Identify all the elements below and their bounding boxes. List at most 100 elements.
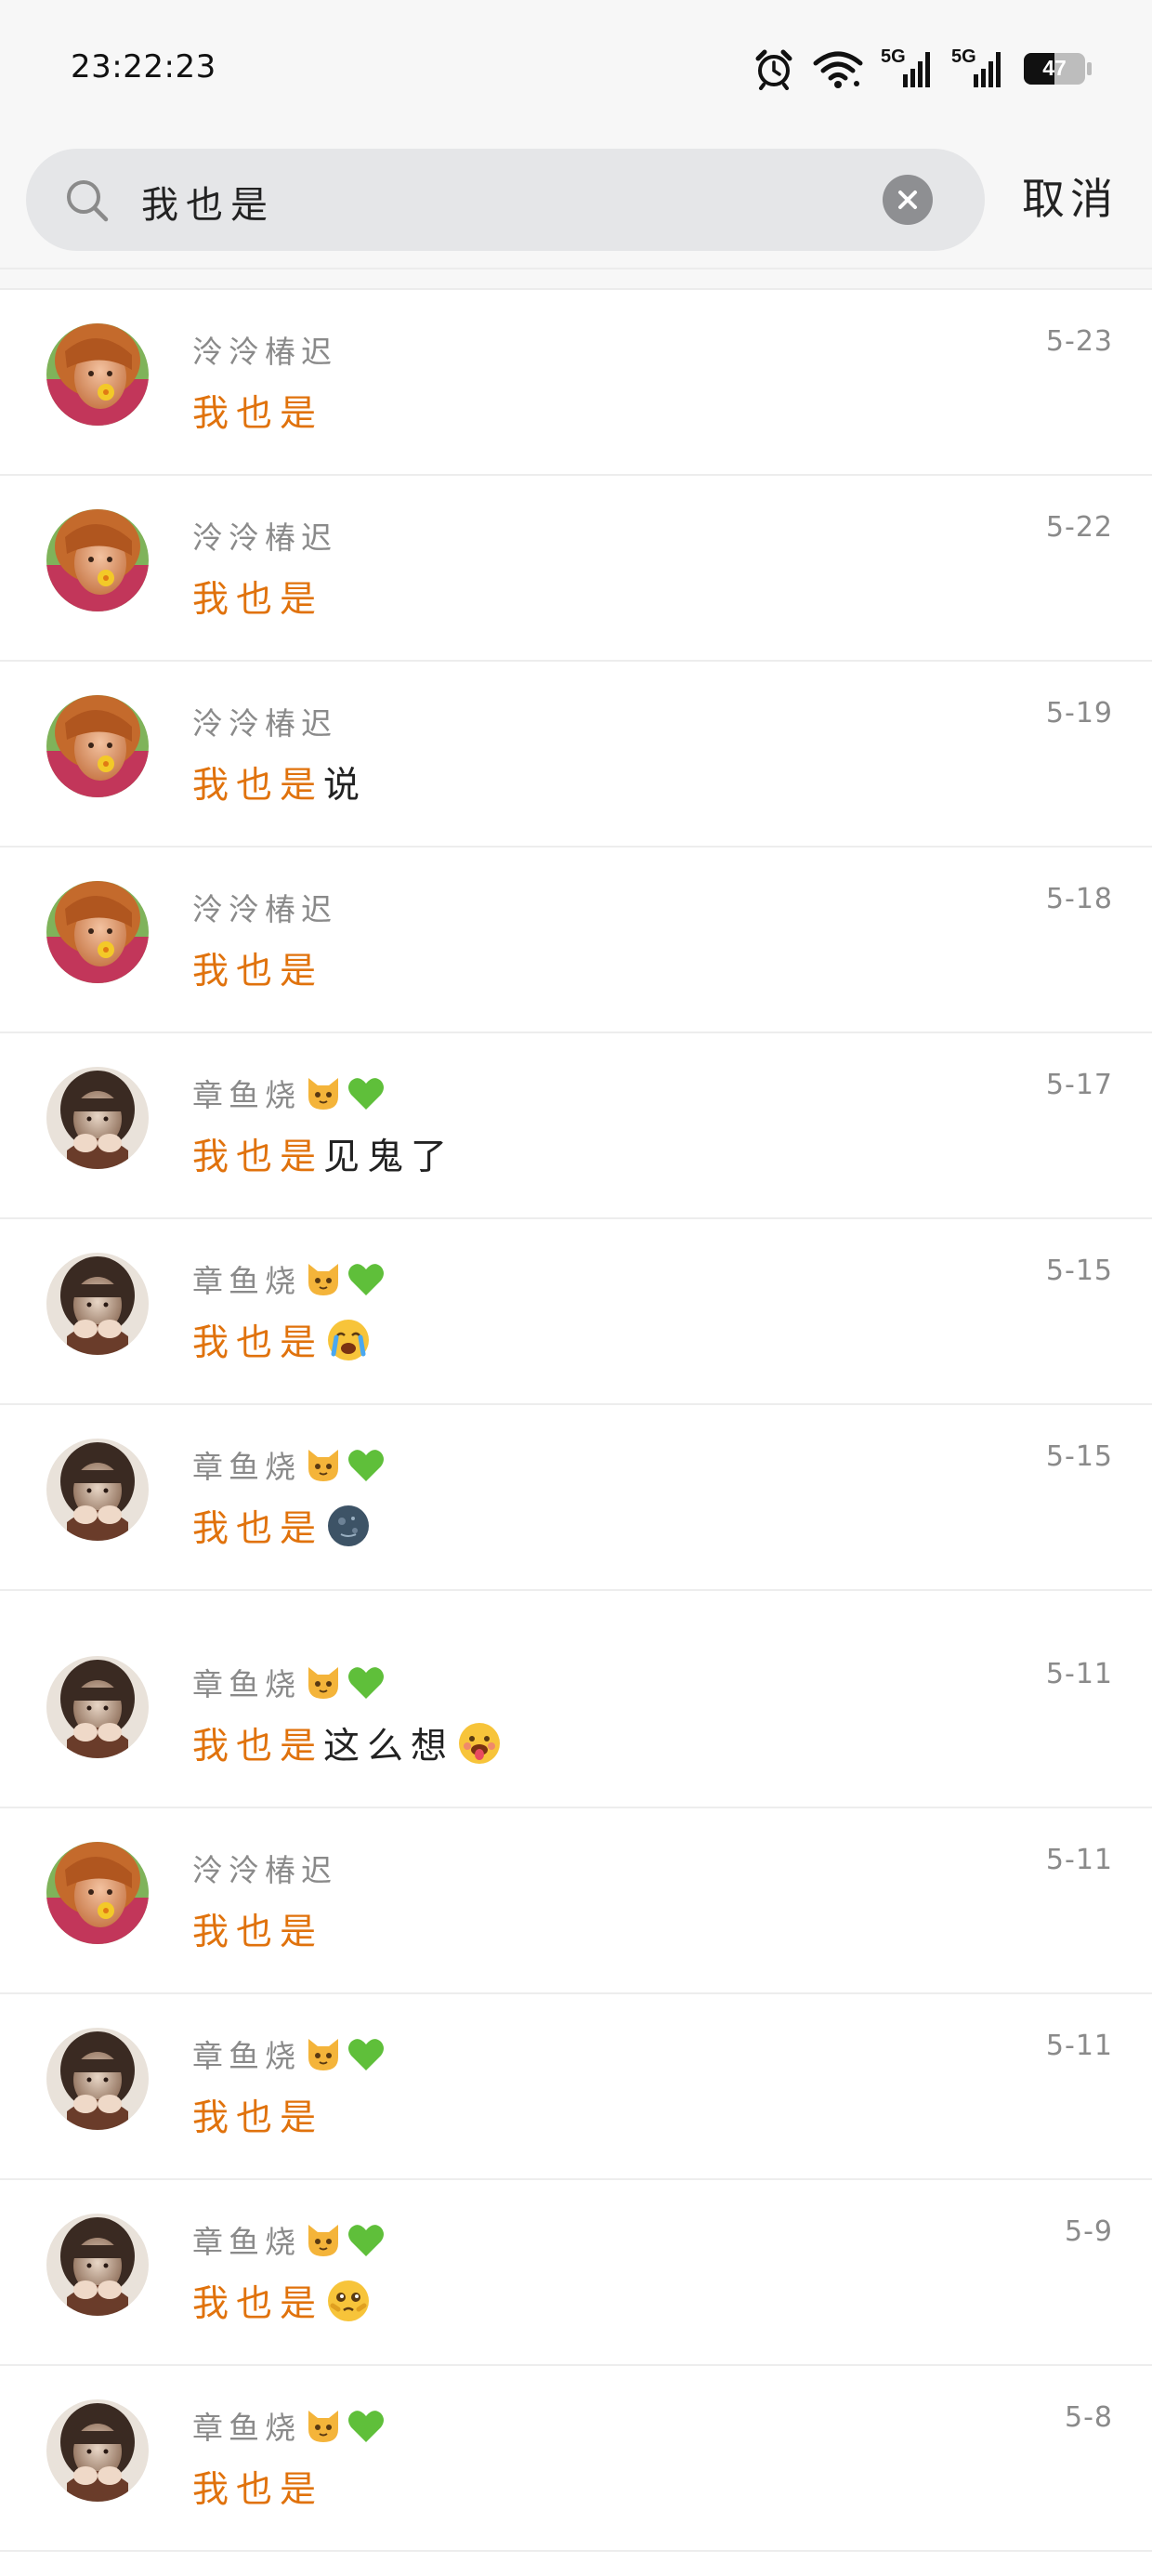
message-date: 5-11 (1045, 2030, 1113, 2062)
wifi-icon (812, 48, 864, 89)
green-heart-icon (346, 1258, 386, 1299)
avatar[interactable] (46, 2028, 149, 2130)
message-date: 5-22 (1045, 511, 1113, 544)
message-snippet: 我也是 (192, 571, 323, 623)
sender-name-text: 章鱼烧 (192, 2224, 301, 2260)
sender-name: 泠泠椿迟 (192, 327, 337, 372)
sender-name-text: 章鱼烧 (192, 2410, 301, 2446)
sender-name: 泠泠椿迟 (192, 699, 337, 743)
message-date: 5-8 (1065, 2401, 1113, 2434)
search-header: 我也是 取消 (0, 138, 1152, 269)
avatar[interactable] (46, 1439, 149, 1541)
status-icons: 5G 5G 47 (753, 41, 1093, 97)
result-row[interactable]: 章鱼烧 5-17 我也是 见鬼了 (0, 1033, 1152, 1219)
search-results-list: 泠泠椿迟 5-23 我也是 泠泠椿迟 5-22 我也是 泠泠椿迟 5-19 我也是说泠泠椿迟 5-… (0, 290, 1152, 2552)
sender-name: 章鱼烧 (192, 2031, 386, 2076)
avatar[interactable] (46, 695, 149, 797)
message-date: 5-11 (1045, 1658, 1113, 1690)
result-row[interactable]: 泠泠椿迟 5-11 我也是 (0, 1808, 1152, 1994)
result-row[interactable]: 泠泠椿迟 5-19 我也是说 (0, 662, 1152, 848)
alarm-icon (753, 47, 795, 90)
avatar[interactable] (46, 509, 149, 611)
message-date: 5-15 (1045, 1440, 1113, 1473)
matched-text: 我也是 (192, 2283, 324, 2325)
message-text: 见鬼了 (323, 1137, 455, 1178)
avatar[interactable] (46, 1067, 149, 1169)
result-row[interactable]: 章鱼烧 5-9 我也是 (0, 2180, 1152, 2366)
result-row[interactable]: 章鱼烧 5-11 我也是 这么想 (0, 1623, 1152, 1808)
message-date: 5-23 (1045, 325, 1113, 358)
sender-name: 章鱼烧 (192, 1660, 386, 1704)
matched-text: 我也是 (192, 765, 324, 807)
cat-face-icon (303, 2405, 344, 2446)
message-date: 5-18 (1045, 883, 1113, 915)
sender-name: 泠泠椿迟 (192, 513, 337, 558)
message-text: 这么想 (323, 1726, 455, 1768)
message-snippet: 我也是 (192, 1903, 323, 1955)
result-row[interactable]: 章鱼烧 5-15 我也是 (0, 1219, 1152, 1405)
message-date: 5-9 (1065, 2215, 1113, 2248)
crying-face-icon (325, 1317, 372, 1363)
cat-face-icon (303, 1072, 344, 1113)
cellular-signal-icon-2: 5G (951, 46, 1005, 91)
green-heart-icon (346, 2033, 386, 2074)
search-query[interactable]: 我也是 (141, 175, 275, 229)
matched-text: 我也是 (192, 1322, 324, 1364)
cat-face-icon (303, 2033, 344, 2074)
sender-name-text: 章鱼烧 (192, 2038, 301, 2074)
avatar[interactable] (46, 1842, 149, 1944)
sender-name-text: 章鱼烧 (192, 1077, 301, 1113)
result-row[interactable]: 章鱼烧 5-11 我也是 (0, 1994, 1152, 2180)
sender-name-text: 泠泠椿迟 (192, 891, 337, 927)
result-row[interactable]: 章鱼烧 5-8 我也是 (0, 2366, 1152, 2552)
message-snippet: 我也是 (192, 1314, 372, 1366)
message-snippet: 我也是 (192, 2089, 323, 2141)
sender-name-text: 章鱼烧 (192, 1449, 301, 1485)
search-input[interactable]: 我也是 (26, 149, 985, 251)
matched-text: 我也是 (192, 1508, 324, 1550)
avatar[interactable] (46, 1253, 149, 1355)
search-icon (63, 177, 111, 229)
message-snippet: 我也是 (192, 2461, 323, 2513)
avatar[interactable] (46, 323, 149, 426)
matched-text: 我也是 (192, 2469, 324, 2511)
avatar[interactable] (46, 881, 149, 983)
avatar[interactable] (46, 2214, 149, 2316)
sender-name: 章鱼烧 (192, 2403, 386, 2448)
status-bar: 23:22:23 5G 5G 47 (0, 0, 1152, 138)
message-date: 5-19 (1045, 697, 1113, 729)
sender-name-text: 泠泠椿迟 (192, 705, 337, 742)
close-icon (898, 191, 917, 209)
message-date: 5-17 (1045, 1069, 1113, 1101)
result-row[interactable]: 泠泠椿迟 5-18 我也是 (0, 848, 1152, 1033)
sender-name: 泠泠椿迟 (192, 885, 337, 929)
battery-level: 47 (1042, 56, 1067, 80)
new-moon-face-icon (325, 1503, 372, 1549)
green-heart-icon (346, 2405, 386, 2446)
matched-text: 我也是 (192, 393, 324, 435)
sender-name: 泠泠椿迟 (192, 1846, 337, 1890)
avatar[interactable] (46, 2399, 149, 2502)
cat-face-icon (303, 2219, 344, 2260)
matched-text: 我也是 (192, 951, 324, 992)
sender-name-text: 泠泠椿迟 (192, 519, 337, 556)
cancel-button[interactable]: 取消 (1022, 165, 1119, 227)
matched-text: 我也是 (192, 1912, 324, 1953)
message-text: 说 (323, 765, 368, 807)
clear-search-button[interactable] (883, 175, 933, 225)
cellular-signal-icon-1: 5G (881, 46, 935, 91)
matched-text: 我也是 (192, 1137, 324, 1178)
message-date: 5-11 (1045, 1844, 1113, 1876)
result-row[interactable]: 章鱼烧 5-15 我也是 (0, 1405, 1152, 1591)
tongue-face-icon (456, 1720, 503, 1767)
avatar[interactable] (46, 1656, 149, 1758)
message-snippet: 我也是 这么想 (192, 1717, 503, 1769)
pleading-face-icon (325, 2278, 372, 2324)
cat-face-icon (303, 1662, 344, 1702)
result-row[interactable]: 泠泠椿迟 5-23 我也是 (0, 290, 1152, 476)
message-date: 5-15 (1045, 1255, 1113, 1287)
message-snippet: 我也是 (192, 1500, 372, 1552)
list-top-gap (0, 269, 1152, 290)
result-row[interactable]: 泠泠椿迟 5-22 我也是 (0, 476, 1152, 662)
sender-name: 章鱼烧 (192, 1442, 386, 1487)
